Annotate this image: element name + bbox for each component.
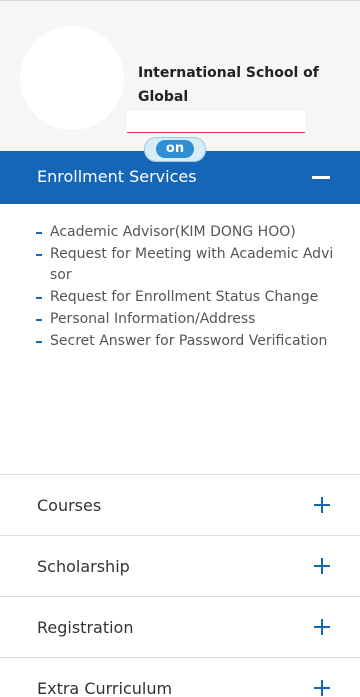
bullet-dash-icon	[36, 232, 42, 234]
profile-panel: International School of Global	[0, 0, 360, 151]
status-toggle-label: on	[155, 140, 195, 158]
collapse-minus-icon[interactable]	[312, 176, 330, 179]
enrollment-services-submenu: Academic Advisor(KIM DONG HOO) Request f…	[0, 204, 360, 475]
menu-section-courses[interactable]: Courses	[0, 475, 360, 536]
bullet-dash-icon	[36, 319, 42, 321]
submenu-item-personal-information[interactable]: Personal Information/Address	[36, 309, 334, 330]
menu-section-scholarship[interactable]: Scholarship	[0, 536, 360, 597]
menu-section-registration[interactable]: Registration	[0, 597, 360, 658]
submenu-item-label: Academic Advisor(KIM DONG HOO)	[50, 224, 296, 240]
submenu-item-enrollment-status-change[interactable]: Request for Enrollment Status Change	[36, 287, 334, 308]
submenu-item-label: Request for Enrollment Status Change	[50, 289, 319, 305]
bullet-dash-icon	[36, 297, 42, 299]
expand-plus-icon[interactable]	[314, 497, 330, 513]
expand-plus-icon[interactable]	[314, 619, 330, 635]
status-toggle[interactable]: on	[144, 137, 206, 162]
school-name: International School of Global	[138, 65, 319, 105]
avatar[interactable]	[20, 26, 124, 130]
submenu-item-label: Personal Information/Address	[50, 311, 256, 327]
menu-section-label: Scholarship	[37, 557, 130, 576]
submenu-item-secret-answer[interactable]: Secret Answer for Password Verification	[36, 331, 334, 352]
expand-plus-icon[interactable]	[314, 558, 330, 574]
bullet-dash-icon	[36, 341, 42, 343]
menu-section-label: Extra Curriculum	[37, 679, 173, 697]
expand-plus-icon[interactable]	[314, 680, 330, 696]
menu-section-label: Enrollment Services	[37, 167, 197, 186]
menu-section-extra-curriculum[interactable]: Extra Curriculum	[0, 658, 360, 697]
submenu-item-label: Secret Answer for Password Verification	[50, 333, 328, 349]
menu-section-label: Courses	[37, 496, 102, 515]
user-name-field	[127, 111, 305, 133]
menu-section-label: Registration	[37, 618, 134, 637]
submenu-item-request-meeting[interactable]: Request for Meeting with Academic Adviso…	[36, 244, 334, 286]
bullet-dash-icon	[36, 254, 42, 256]
submenu-item-academic-advisor[interactable]: Academic Advisor(KIM DONG HOO)	[36, 222, 334, 243]
submenu-item-label: Request for Meeting with Academic Adviso…	[50, 246, 334, 283]
